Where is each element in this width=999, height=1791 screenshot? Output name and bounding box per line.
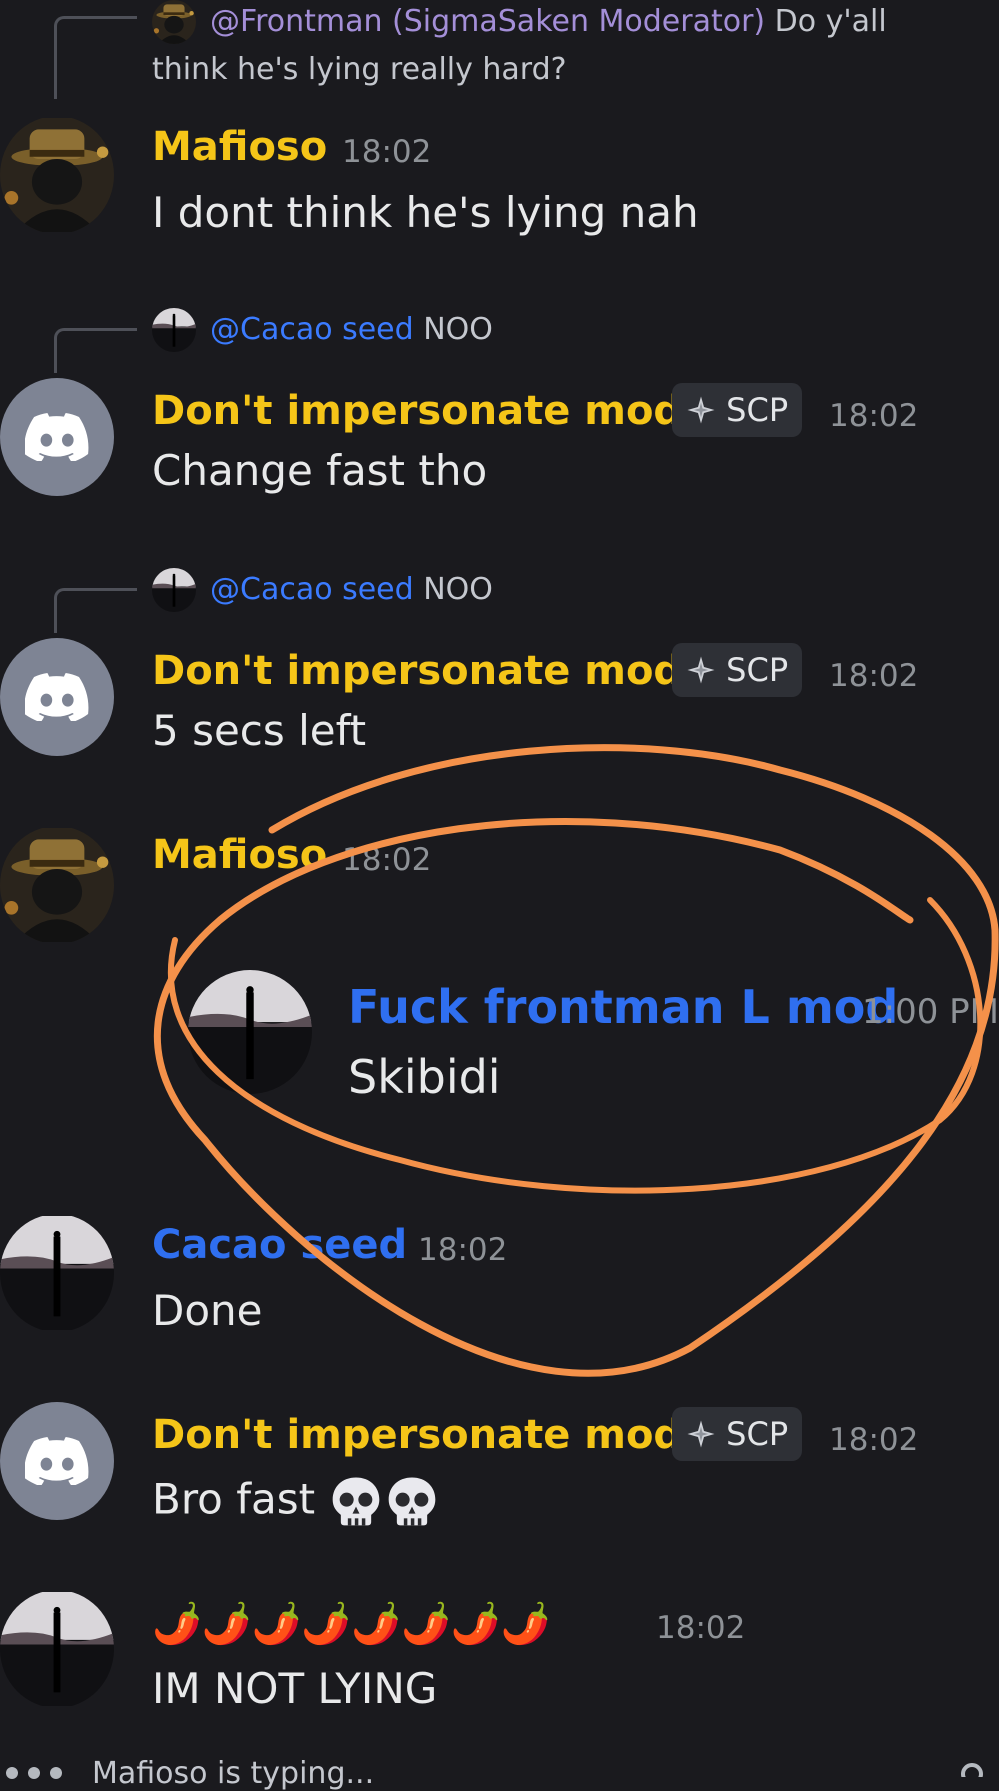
avatar[interactable] [0, 638, 114, 756]
embed-text: Skibidi [348, 1050, 501, 1104]
reply-text: Do y'all [774, 4, 887, 39]
thread-icon[interactable] [958, 1760, 986, 1785]
username[interactable]: 🌶️🌶️🌶️🌶️🌶️🌶️🌶️🌶️ [152, 1600, 550, 1647]
reply-avatar[interactable] [152, 568, 196, 612]
timestamp: 18:02 [829, 398, 919, 434]
reply-text: NOO [423, 312, 493, 347]
reply-connector [54, 328, 137, 373]
role-tag[interactable]: SCP [672, 1407, 803, 1461]
avatar[interactable] [0, 1214, 114, 1332]
message-text: Bro fast [152, 1474, 440, 1530]
reply-mention: @Cacao seed [210, 572, 414, 607]
avatar[interactable] [0, 826, 114, 944]
username[interactable]: Don't impersonate mods [152, 648, 706, 694]
message-text-content: Bro fast [152, 1474, 316, 1524]
reply-connector [54, 588, 137, 633]
reply-avatar[interactable] [152, 308, 196, 352]
typing-dots-icon [4, 1764, 74, 1783]
message-text: 5 secs left [152, 706, 367, 755]
timestamp: 18:02 [342, 134, 432, 170]
reply-preview[interactable]: @Cacao seed NOO [210, 312, 493, 347]
message-text: IM NOT LYING [152, 1664, 438, 1713]
timestamp: 18:02 [418, 1232, 508, 1268]
reply-mention: @Cacao seed [210, 312, 414, 347]
role-tag[interactable]: SCP [672, 643, 803, 697]
orange-circle-annotation [154, 744, 999, 1377]
reply-mention: @Frontman (SigmaSaken Moderator) [210, 4, 766, 39]
embed-username: Fuck frontman L mod [348, 980, 899, 1034]
scp-icon [686, 395, 716, 425]
reply-preview[interactable]: @Frontman (SigmaSaken Moderator) Do y'al… [210, 4, 887, 39]
role-tag-label: SCP [726, 651, 789, 689]
role-tag-label: SCP [726, 1415, 789, 1453]
embed-avatar [188, 970, 312, 1094]
avatar[interactable] [0, 1590, 114, 1708]
embed-timestamp: 1:00 PM [862, 992, 999, 1032]
typing-text: Mafioso is typing... [92, 1756, 375, 1791]
role-tag[interactable]: SCP [672, 383, 803, 437]
username[interactable]: Don't impersonate mods [152, 388, 706, 434]
username[interactable]: Cacao seed [152, 1222, 407, 1268]
avatar[interactable] [0, 116, 114, 234]
skull-emoji-icon [328, 1474, 384, 1530]
timestamp: 18:02 [656, 1610, 746, 1646]
reply-preview[interactable]: @Cacao seed NOO [210, 572, 493, 607]
avatar[interactable] [0, 378, 114, 496]
reply-text: NOO [423, 572, 493, 607]
avatar[interactable] [0, 1402, 114, 1520]
username[interactable]: Mafioso [152, 124, 327, 170]
username[interactable]: Don't impersonate mods [152, 1412, 706, 1458]
message-text: Change fast tho [152, 446, 488, 495]
reply-avatar[interactable] [152, 0, 196, 44]
timestamp: 18:02 [829, 1422, 919, 1458]
message-text: Done [152, 1286, 263, 1335]
message-text: I dont think he's lying nah [152, 188, 699, 237]
scp-icon [686, 1419, 716, 1449]
skull-emoji-icon [384, 1474, 440, 1530]
reply-text-continued: think he's lying really hard? [152, 52, 567, 87]
username[interactable]: Mafioso [152, 832, 327, 878]
reply-connector [54, 16, 137, 99]
role-tag-label: SCP [726, 391, 789, 429]
timestamp: 18:02 [342, 842, 432, 878]
scp-icon [686, 655, 716, 685]
timestamp: 18:02 [829, 658, 919, 694]
